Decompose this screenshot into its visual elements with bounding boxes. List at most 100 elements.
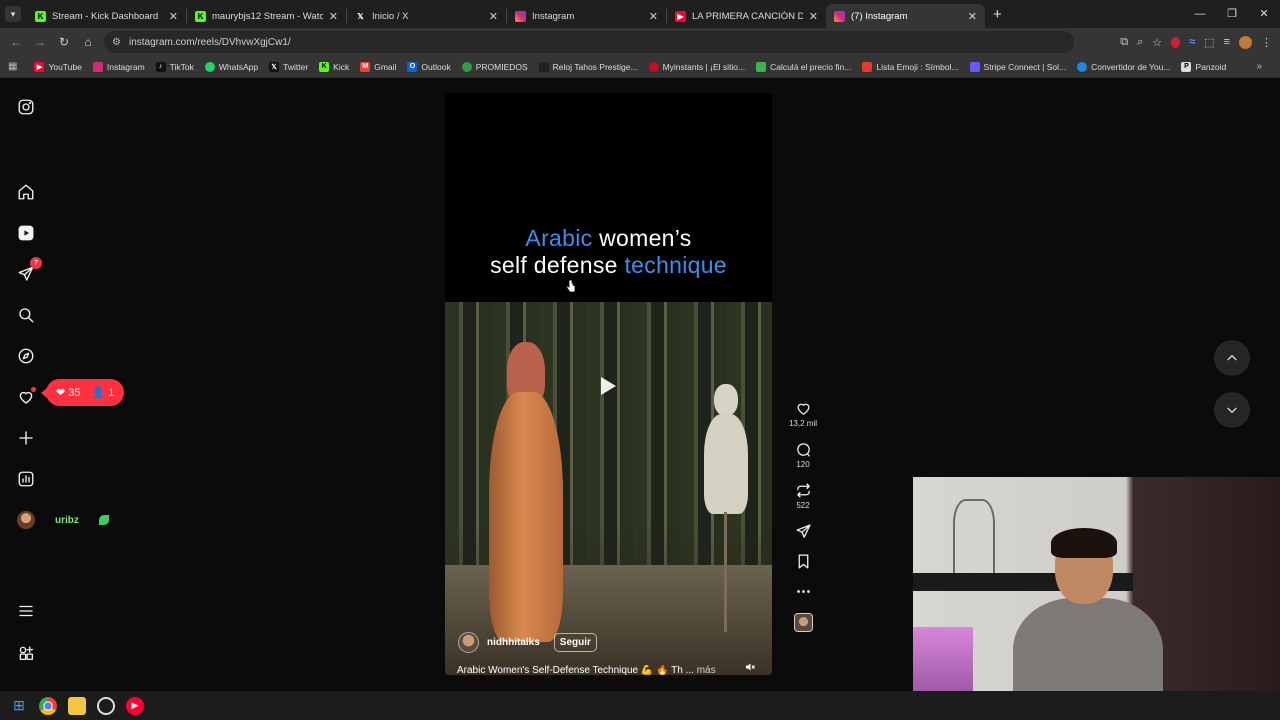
bookmark-outlook[interactable]: O Outlook: [407, 61, 451, 72]
obs-icon[interactable]: [97, 696, 115, 715]
bookmark-label: Gmail: [374, 61, 397, 72]
dashboard-chart-icon[interactable]: [15, 468, 37, 490]
more-options-button[interactable]: [788, 583, 818, 600]
browser-menu-icon[interactable]: ⋮: [1261, 36, 1272, 49]
bookmark-label: Myinstants | ¡El sitio...: [662, 61, 746, 72]
streamer-hair: [1051, 528, 1117, 558]
previous-reel-button[interactable]: [1214, 340, 1250, 376]
new-tab-button[interactable]: +: [993, 6, 1002, 23]
extensions-puzzle-icon[interactable]: ⬚: [1204, 36, 1214, 49]
bookmark-convertidor[interactable]: Convertidor de You...: [1077, 61, 1170, 72]
bookmark-emoji[interactable]: Lista Emoji : Símbol...: [862, 61, 959, 72]
bookmark-gmail[interactable]: M Gmail: [360, 61, 397, 72]
meta-apps-icon[interactable]: [15, 642, 37, 664]
tab-instagram[interactable]: Instagram ✕: [507, 4, 666, 28]
avatar[interactable]: [458, 632, 479, 653]
search-icon[interactable]: [15, 304, 37, 326]
restore-icon[interactable]: ❐: [1216, 0, 1248, 28]
close-icon[interactable]: ✕: [968, 10, 977, 23]
bookmark-myinstants[interactable]: Myinstants | ¡El sitio...: [648, 61, 746, 72]
forward-icon[interactable]: →: [28, 35, 52, 49]
tab-kick-dashboard[interactable]: K Stream - Kick Dashboard ✕: [27, 4, 186, 28]
close-icon[interactable]: ✕: [329, 10, 338, 23]
bookmark-instagram[interactable]: Instagram: [92, 61, 145, 72]
bookmark-promiedos[interactable]: PROMIEDOS: [461, 61, 528, 72]
bookmark-stripe[interactable]: Stripe Connect | Sol...: [969, 61, 1066, 72]
install-app-icon[interactable]: ⧉: [1120, 36, 1128, 49]
tab-kick-stream[interactable]: K maurybjs12 Stream - Watch Live ✕: [187, 4, 346, 28]
zoom-icon[interactable]: ⌕: [1137, 36, 1143, 49]
reels-icon[interactable]: [15, 222, 37, 244]
close-icon[interactable]: ✕: [809, 10, 818, 23]
mute-icon[interactable]: [744, 660, 756, 672]
youtube-icon: ▶: [34, 61, 45, 72]
windows-start-icon[interactable]: ⊞: [10, 697, 28, 715]
reload-icon[interactable]: ↻: [52, 35, 76, 49]
heart-icon[interactable]: [15, 386, 37, 408]
explore-icon[interactable]: [15, 345, 37, 367]
comment-button[interactable]: 120: [788, 441, 818, 469]
reel-title-highlight: Arabic: [525, 225, 593, 251]
messages-icon[interactable]: 7: [15, 257, 42, 285]
reel-player[interactable]: Arabic women’s self defense technique ni…: [445, 93, 772, 675]
bookmark-whatsapp[interactable]: WhatsApp: [204, 61, 258, 72]
tiktok-icon: ♪: [155, 61, 166, 72]
tab-x-home[interactable]: 𝕏 Inicio / X ✕: [347, 4, 506, 28]
next-reel-button[interactable]: [1214, 392, 1250, 428]
follow-button[interactable]: Seguir: [553, 633, 597, 652]
promiedos-icon: [461, 61, 472, 72]
bookmark-tiktok[interactable]: ♪ TikTok: [155, 61, 194, 72]
back-icon[interactable]: ←: [4, 35, 28, 49]
instagram-logo-icon[interactable]: [15, 96, 37, 118]
reel-username[interactable]: nidhhitalks: [487, 637, 540, 648]
tab-youtube-song[interactable]: ▶ LA PRIMERA CANCIÓN DE FREE ✕: [667, 4, 826, 28]
bookmark-twitter[interactable]: 𝕏 Twitter: [269, 61, 308, 72]
youtube-icon: ▶: [675, 10, 686, 22]
repost-button[interactable]: 522: [788, 482, 818, 510]
share-button[interactable]: [788, 523, 818, 540]
reading-list-icon[interactable]: ≡: [1224, 36, 1230, 48]
site-info-icon[interactable]: ⚙: [112, 37, 121, 48]
caption-more-link[interactable]: más: [697, 665, 716, 675]
home-icon[interactable]: ⌂: [76, 35, 100, 49]
reel-author: nidhhitalks Seguir: [458, 632, 597, 653]
close-icon[interactable]: ✕: [649, 10, 658, 23]
more-bookmarks-icon[interactable]: »: [1256, 61, 1262, 72]
save-button[interactable]: [788, 553, 818, 570]
bookmark-youtube[interactable]: ▶ YouTube: [34, 61, 82, 72]
bookmark-reloj[interactable]: Reloj Tahos Prestige...: [538, 61, 638, 72]
browser-profile-avatar[interactable]: [1239, 35, 1252, 49]
file-explorer-icon[interactable]: [68, 696, 86, 715]
apps-grid-icon[interactable]: ▦: [8, 61, 17, 72]
profile-name: uribz: [55, 514, 79, 526]
bookmark-calcula[interactable]: Calculá el precio fin...: [756, 61, 851, 72]
toolbar-actions: ⧉ ⌕ ☆ ≈ ⬚ ≡ ⋮: [1120, 28, 1272, 56]
close-icon[interactable]: ✕: [489, 10, 498, 23]
notifications-popup[interactable]: ❤ 35 👤 1: [40, 379, 125, 406]
chrome-icon[interactable]: [39, 696, 57, 715]
minimize-icon[interactable]: —: [1184, 0, 1216, 28]
bookmark-label: PROMIEDOS: [475, 61, 528, 72]
reel-title-area: Arabic women’s self defense technique: [445, 93, 772, 302]
bookmark-panzoid[interactable]: P Panzoid: [1181, 61, 1226, 72]
menu-hamburger-icon[interactable]: [15, 600, 37, 622]
reposts-count: 522: [796, 501, 810, 510]
extension-blue-icon[interactable]: ≈: [1189, 36, 1195, 48]
tab-search-button[interactable]: ▾: [5, 6, 21, 22]
bookmark-star-icon[interactable]: ☆: [1152, 36, 1162, 49]
address-bar[interactable]: ⚙ instagram.com/reels/DVhvwXgjCw1/: [104, 31, 1074, 53]
play-icon[interactable]: [594, 372, 622, 400]
profile-link[interactable]: uribz: [17, 511, 109, 529]
audio-thumbnail[interactable]: [794, 613, 813, 632]
follows-count: 👤 1: [91, 387, 115, 399]
close-window-icon[interactable]: ✕: [1248, 0, 1280, 28]
tab-instagram-active[interactable]: (7) Instagram ✕: [826, 4, 985, 28]
bookmark-kick[interactable]: K Kick: [319, 61, 349, 72]
create-plus-icon[interactable]: [15, 427, 37, 449]
like-button[interactable]: 13,2 mil: [788, 400, 818, 428]
home-icon[interactable]: [15, 181, 37, 203]
extension-red-icon[interactable]: [1171, 36, 1181, 48]
reel-video[interactable]: [445, 302, 772, 675]
close-icon[interactable]: ✕: [169, 10, 178, 23]
youtube-music-icon[interactable]: ▶: [126, 696, 144, 715]
